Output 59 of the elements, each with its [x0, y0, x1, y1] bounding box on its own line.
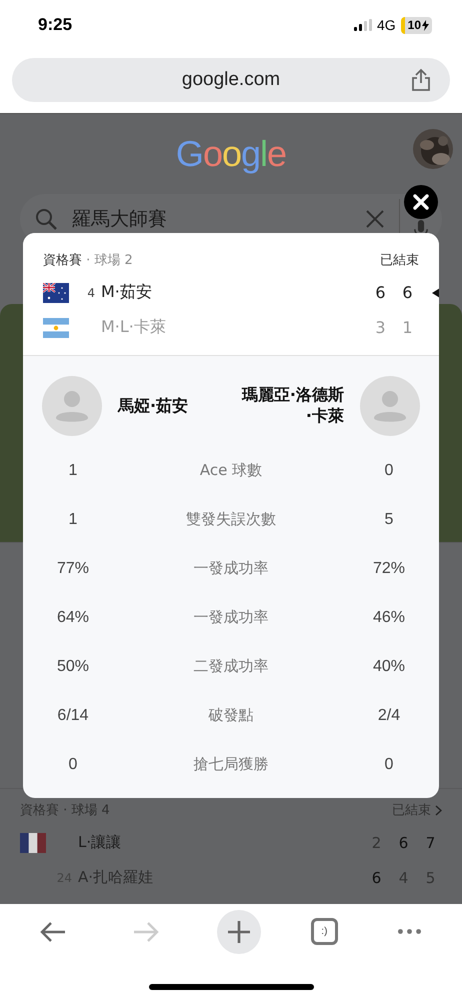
player-name: 瑪麗亞·洛德斯·卡萊 [240, 385, 344, 427]
winner-marker-icon [432, 288, 439, 298]
court-name: · 球場 4 [63, 803, 110, 818]
avatar-icon [42, 376, 102, 436]
clock-time: 9:25 [38, 15, 72, 35]
flag-icon [43, 282, 69, 302]
battery-indicator: 10 [400, 16, 432, 34]
signal-icon [354, 19, 372, 31]
stat-value: 40% [372, 658, 406, 676]
set-score: 6 [398, 834, 409, 852]
stat-value: 2/4 [376, 706, 402, 724]
player-name: A·扎哈羅娃 [78, 868, 154, 887]
clear-icon[interactable] [365, 209, 385, 229]
logo: Google [176, 133, 286, 175]
share-icon[interactable] [410, 68, 432, 92]
network-type: 4G [376, 17, 396, 33]
set-score: 3 [375, 318, 386, 337]
match-round: 資格賽 [43, 253, 82, 268]
search-icon [34, 207, 58, 231]
stat-label: 破發點 [208, 706, 254, 725]
player-name: 馬婭·茹安 [118, 396, 190, 416]
new-tab-button[interactable] [217, 910, 262, 954]
set-score: 6 [402, 283, 413, 302]
tabs-button[interactable]: :) [310, 918, 338, 945]
stat-value: 6/14 [56, 706, 90, 724]
stat-value: 0 [384, 462, 394, 480]
stat-label: 一發成功率 [192, 559, 270, 578]
avatar-icon [360, 376, 420, 436]
court-name: · 球場 2 [86, 253, 133, 268]
stat-value: 0 [68, 756, 78, 774]
set-score: 6 [375, 283, 386, 302]
stat-label: 雙發失誤次數 [185, 510, 277, 529]
flag-icon [20, 832, 46, 852]
stat-value: 46% [372, 608, 406, 626]
player-name: M·L·卡萊 [101, 317, 167, 338]
set-score: 1 [402, 318, 413, 337]
stat-value: 77% [56, 560, 90, 578]
stat-value: 50% [56, 658, 90, 676]
stat-label: Ace 球數 [198, 461, 264, 480]
match-status: 已結束 [380, 252, 419, 269]
more-icon [398, 929, 421, 934]
stat-label: 二發成功率 [192, 657, 270, 676]
stat-value: 1 [68, 462, 78, 480]
player-name: M·茹安 [101, 282, 153, 303]
stat-value: 64% [56, 608, 90, 626]
close-icon[interactable] [404, 185, 438, 219]
chevron-right-icon[interactable] [435, 804, 442, 816]
player-name: L·讓讓 [78, 833, 122, 852]
set-score: 6 [371, 868, 382, 886]
stat-value: 1 [68, 510, 78, 528]
flag-icon [43, 318, 69, 338]
set-score: 7 [425, 834, 436, 852]
stat-label: 一發成功率 [192, 608, 270, 627]
seed-number: 4 [87, 286, 95, 300]
stat-value: 72% [372, 560, 406, 578]
address-bar[interactable]: google.com [12, 58, 450, 102]
stat-value: 5 [384, 510, 394, 528]
stat-value: 0 [384, 756, 394, 774]
stat-label: 搶七局獲勝 [192, 755, 270, 774]
